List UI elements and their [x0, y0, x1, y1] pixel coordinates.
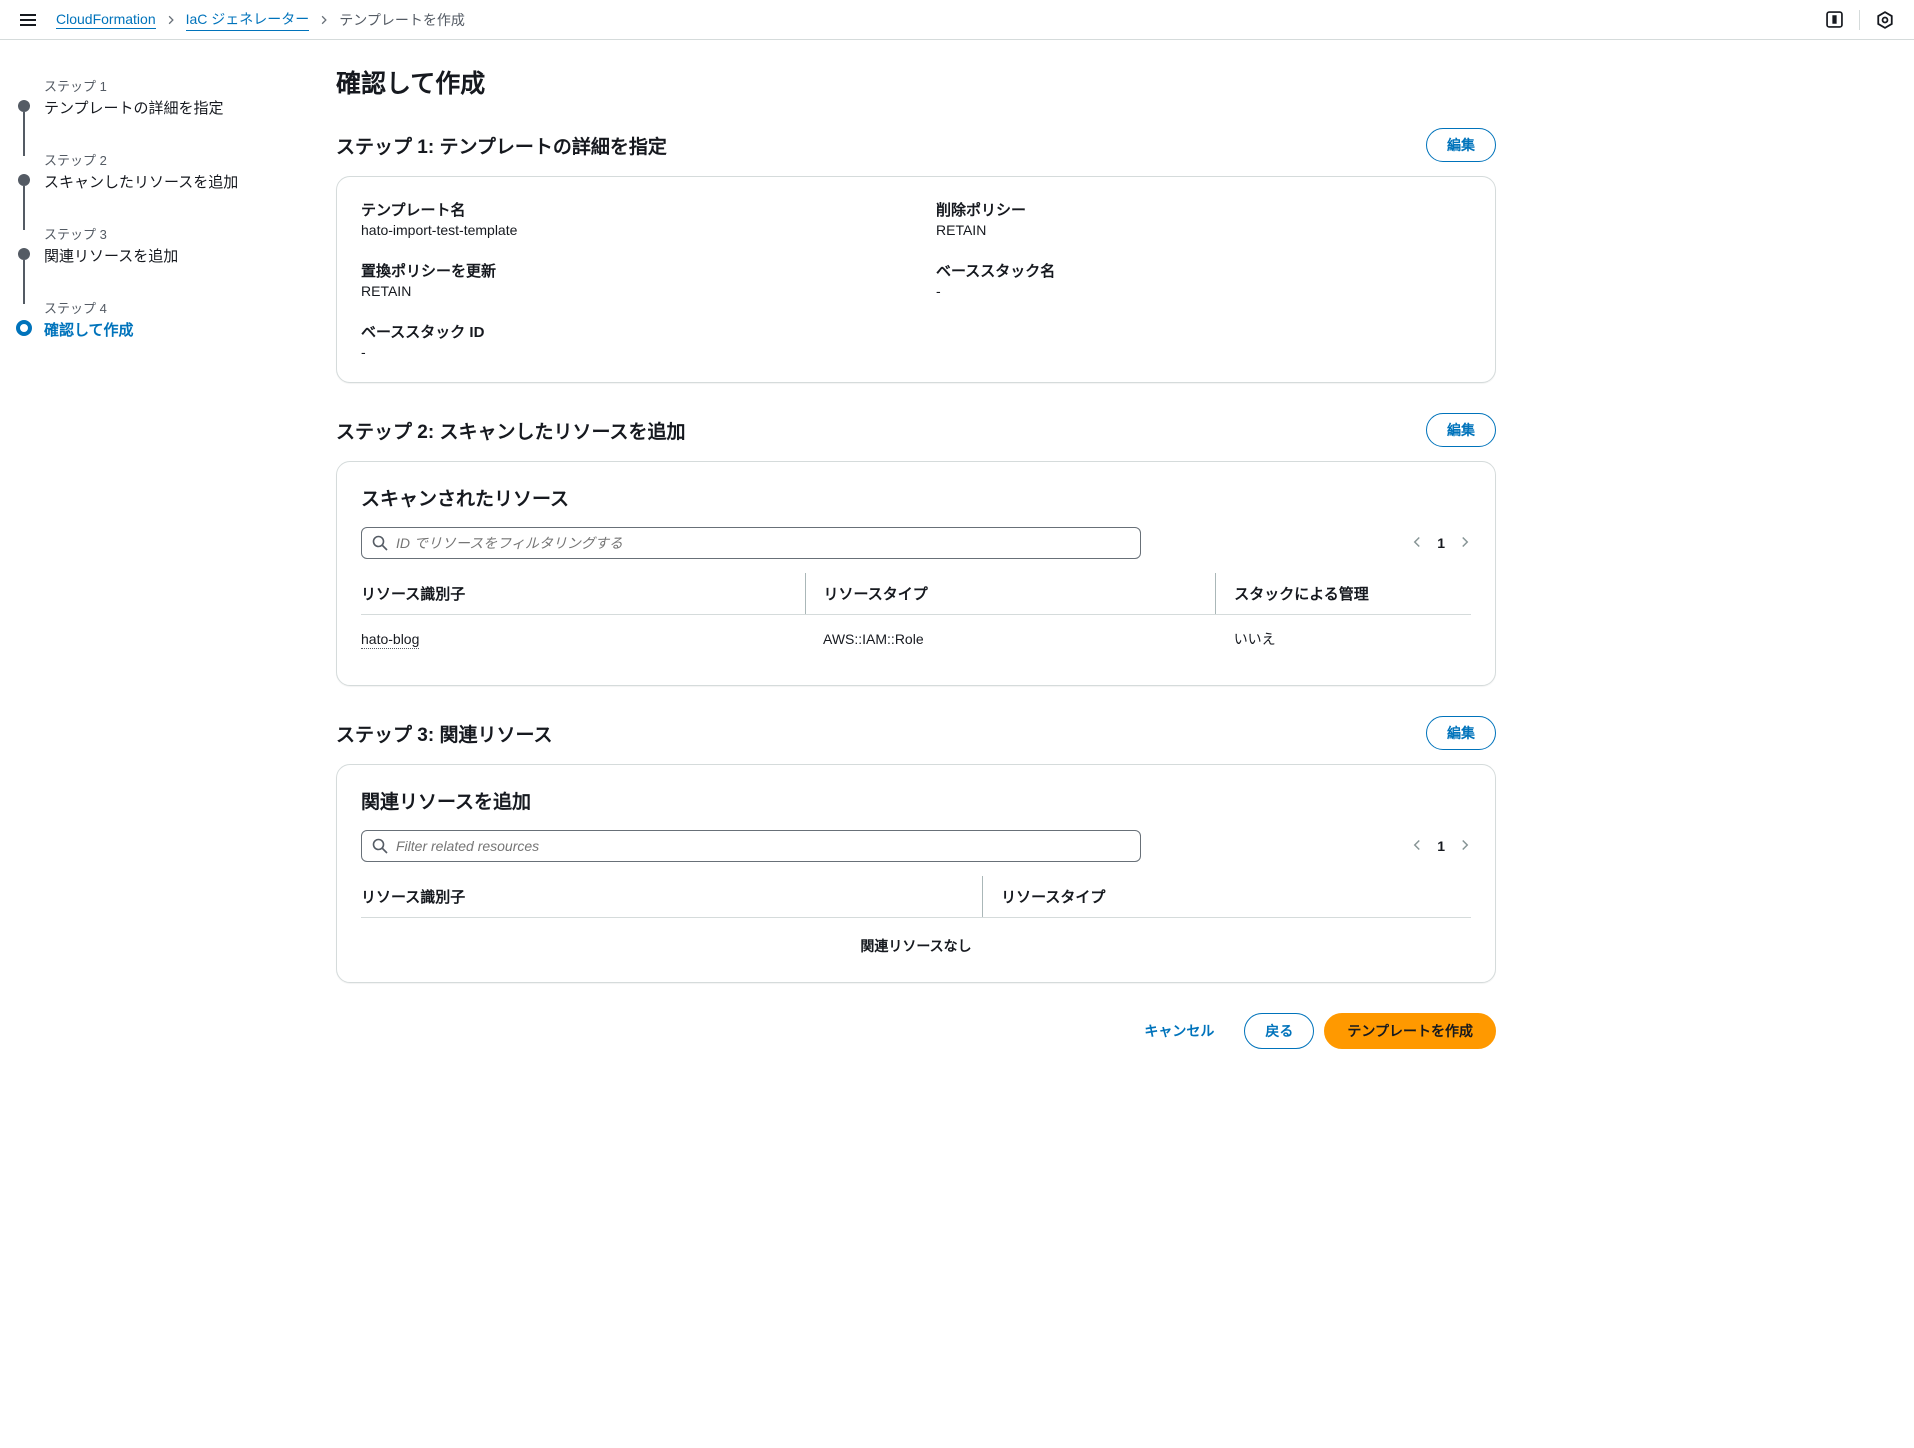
- pager-page-number: 1: [1437, 535, 1445, 551]
- related-resources-empty: 関連リソースなし: [361, 918, 1471, 960]
- topbar-right: [1821, 7, 1898, 33]
- step1-panel: テンプレート名 hato-import-test-template 削除ポリシー R…: [336, 176, 1496, 383]
- resource-managed-cell: いいえ: [1216, 615, 1471, 664]
- template-name-key: テンプレート名: [361, 199, 896, 220]
- step-label: ステップ 1: [44, 76, 224, 95]
- step-label: ステップ 4: [44, 298, 134, 317]
- step-label: ステップ 2: [44, 150, 238, 169]
- breadcrumb-iac-generator[interactable]: IaC ジェネレーター: [186, 9, 310, 31]
- col-resource-type[interactable]: リソースタイプ: [805, 573, 1216, 615]
- col-resource-id[interactable]: リソース識別子: [361, 876, 983, 918]
- settings-hex-icon[interactable]: [1872, 7, 1898, 33]
- replace-policy-key: 置換ポリシーを更新: [361, 260, 896, 281]
- pager-next-icon[interactable]: [1459, 535, 1471, 551]
- pager-prev-icon[interactable]: [1411, 535, 1423, 551]
- wizard-steps: ステップ 1 テンプレートの詳細を指定 ステップ 2 スキャンしたリソースを追加…: [16, 64, 296, 1049]
- related-resources-search[interactable]: [361, 830, 1141, 862]
- chevron-right-icon: [166, 12, 176, 28]
- wizard-step-1[interactable]: ステップ 1 テンプレートの詳細を指定: [16, 72, 296, 146]
- hamburger-menu-icon[interactable]: [16, 10, 40, 30]
- step2-heading: ステップ 2: スキャンしたリソースを追加: [336, 417, 686, 444]
- step2-edit-button[interactable]: 編集: [1426, 413, 1496, 447]
- step3-heading: ステップ 3: 関連リソース: [336, 720, 553, 747]
- back-button[interactable]: 戻る: [1244, 1013, 1314, 1049]
- base-stack-name-value: -: [936, 283, 1471, 299]
- step1-edit-button[interactable]: 編集: [1426, 128, 1496, 162]
- page-title: 確認して作成: [336, 64, 1496, 100]
- template-name-value: hato-import-test-template: [361, 222, 896, 238]
- scanned-resources-title: スキャンされたリソース: [361, 484, 1471, 511]
- related-resources-search-input[interactable]: [396, 838, 1130, 854]
- chevron-right-icon: [319, 12, 329, 28]
- base-stack-name-key: ベーススタック名: [936, 260, 1471, 281]
- col-resource-type[interactable]: リソースタイプ: [983, 876, 1471, 918]
- resource-type-cell: AWS::IAM::Role: [805, 615, 1216, 664]
- breadcrumb-current: テンプレートを作成: [339, 10, 465, 30]
- step-title: テンプレートの詳細を指定: [44, 97, 224, 118]
- table-row: hato-blog AWS::IAM::Role いいえ: [361, 615, 1471, 664]
- step-title: 確認して作成: [44, 319, 134, 340]
- breadcrumb-cloudformation[interactable]: CloudFormation: [56, 11, 156, 29]
- footer-actions: キャンセル 戻る テンプレートを作成: [336, 1013, 1496, 1049]
- col-resource-id[interactable]: リソース識別子: [361, 573, 805, 615]
- panel-toggle-icon[interactable]: [1821, 7, 1847, 33]
- wizard-step-2[interactable]: ステップ 2 スキャンしたリソースを追加: [16, 146, 296, 220]
- wizard-step-3[interactable]: ステップ 3 関連リソースを追加: [16, 220, 296, 294]
- step2-panel: スキャンされたリソース 1 リソース識別子 リソースタイプ スタックによる管理: [336, 461, 1496, 686]
- cancel-button[interactable]: キャンセル: [1124, 1013, 1234, 1049]
- pager-page-number: 1: [1437, 838, 1445, 854]
- step-title: スキャンしたリソースを追加: [44, 171, 238, 192]
- delete-policy-value: RETAIN: [936, 222, 1471, 238]
- step1-heading: ステップ 1: テンプレートの詳細を指定: [336, 132, 667, 159]
- base-stack-id-value: -: [361, 344, 896, 360]
- scanned-resources-table: リソース識別子 リソースタイプ スタックによる管理 hato-blog AWS:…: [361, 573, 1471, 663]
- search-icon: [372, 535, 388, 551]
- pager-next-icon[interactable]: [1459, 838, 1471, 854]
- step-title: 関連リソースを追加: [44, 245, 178, 266]
- create-template-button[interactable]: テンプレートを作成: [1324, 1013, 1496, 1049]
- pager-prev-icon[interactable]: [1411, 838, 1423, 854]
- replace-policy-value: RETAIN: [361, 283, 896, 299]
- scanned-resources-pager: 1: [1411, 535, 1471, 551]
- scanned-resources-search[interactable]: [361, 527, 1141, 559]
- related-resources-table: リソース識別子 リソースタイプ: [361, 876, 1471, 918]
- step3-panel: 関連リソースを追加 1 リソース識別子 リソースタイプ 関連リソースなし: [336, 764, 1496, 983]
- scanned-resources-search-input[interactable]: [396, 535, 1130, 551]
- topbar: CloudFormation IaC ジェネレーター テンプレートを作成: [0, 0, 1914, 40]
- wizard-step-4[interactable]: ステップ 4 確認して作成: [16, 294, 296, 340]
- step3-edit-button[interactable]: 編集: [1426, 716, 1496, 750]
- related-resources-pager: 1: [1411, 838, 1471, 854]
- main-content: 確認して作成 ステップ 1: テンプレートの詳細を指定 編集 テンプレート名 ha…: [336, 64, 1496, 1049]
- col-managed-by-stack[interactable]: スタックによる管理: [1216, 573, 1471, 615]
- base-stack-id-key: ベーススタック ID: [361, 321, 896, 342]
- step-label: ステップ 3: [44, 224, 178, 243]
- resource-id-cell[interactable]: hato-blog: [361, 631, 419, 649]
- delete-policy-key: 削除ポリシー: [936, 199, 1471, 220]
- breadcrumb: CloudFormation IaC ジェネレーター テンプレートを作成: [56, 9, 1821, 31]
- related-resources-title: 関連リソースを追加: [361, 787, 1471, 814]
- topbar-divider: [1859, 10, 1860, 30]
- search-icon: [372, 838, 388, 854]
